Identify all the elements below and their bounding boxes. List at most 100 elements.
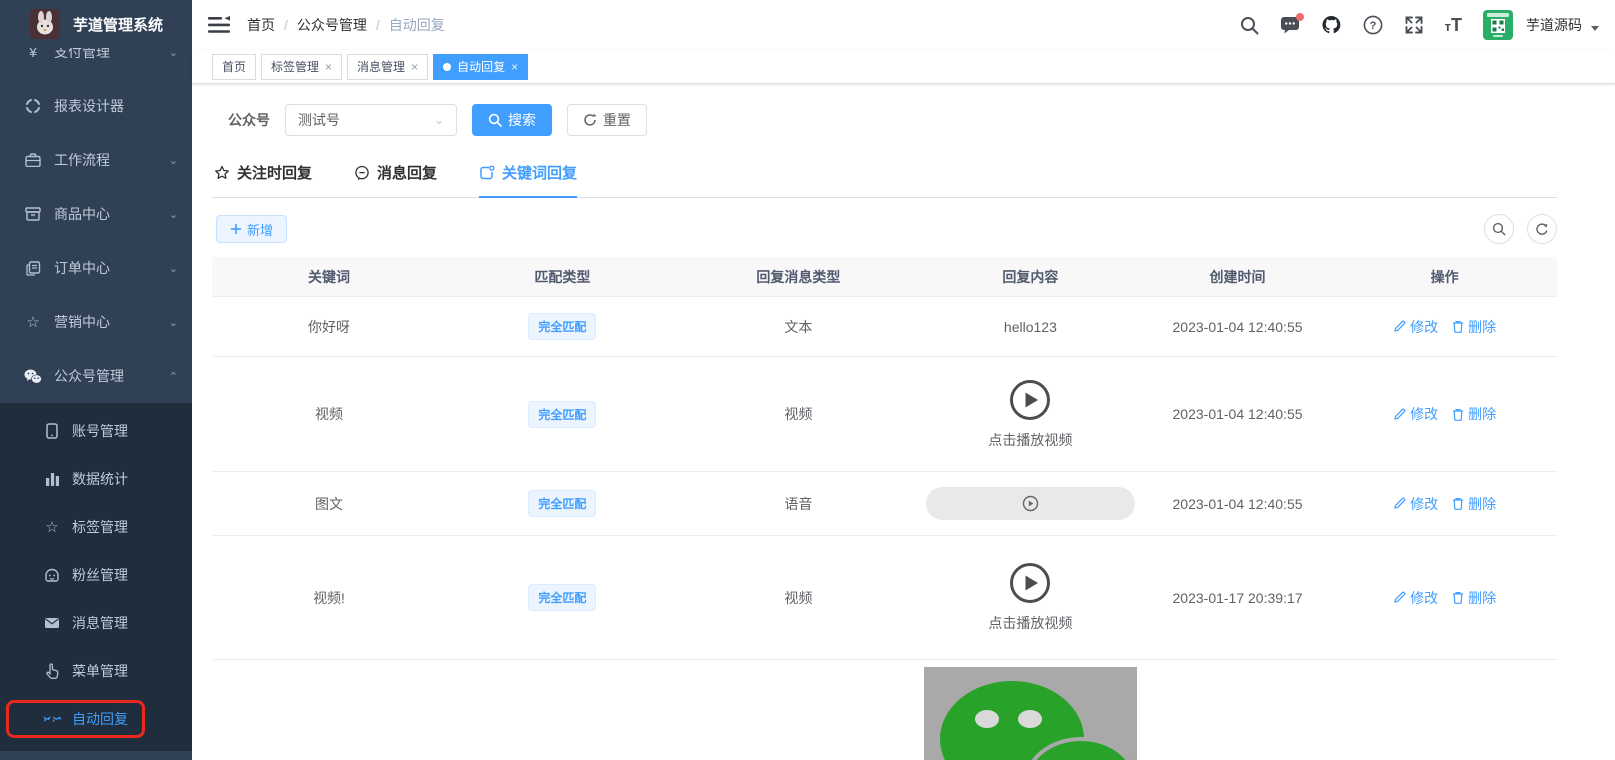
chevron-down-icon <box>1591 26 1599 31</box>
delete-button[interactable]: 删除 <box>1452 494 1496 514</box>
reset-button[interactable]: 重置 <box>567 104 647 136</box>
tab-keyword-reply[interactable]: 关键词回复 <box>479 162 577 197</box>
sidebar-item-product-center[interactable]: 商品中心 ⌄ <box>0 187 192 241</box>
keyword-reply-icon <box>479 165 495 181</box>
account-select[interactable]: 测试号 ⌄ <box>285 104 457 136</box>
breadcrumb-separator: / <box>284 17 288 33</box>
tag-message-management[interactable]: 消息管理 × <box>347 54 428 80</box>
star-icon <box>214 165 230 181</box>
table-row: 视频 完全匹配 视频 点击播放视频 2023-01-04 12:40:55 修改 <box>212 357 1557 472</box>
github-icon[interactable] <box>1321 15 1342 35</box>
table-row: 你好呀 完全匹配 文本 hello123 2023-01-04 12:40:55… <box>212 297 1557 357</box>
refresh-icon <box>1535 222 1549 236</box>
table-row: 视频! 完全匹配 视频 点击播放视频 2023-01-17 20:39:17 修… <box>212 536 1557 660</box>
search-button[interactable]: 搜索 <box>472 104 552 136</box>
sidebar-collapse-icon[interactable] <box>208 15 230 35</box>
closed-eyes-icon <box>42 710 62 728</box>
sidebar-item-message-management[interactable]: 消息管理 <box>0 599 192 647</box>
fullscreen-icon[interactable] <box>1404 15 1424 35</box>
wechat-icon <box>22 367 44 385</box>
breadcrumb-home[interactable]: 首页 <box>247 15 275 35</box>
sidebar-submenu-mp: 账号管理 数据统计 ☆ 标签管理 粉丝管理 <box>0 403 192 751</box>
toggle-search-button[interactable] <box>1484 214 1514 244</box>
search-icon <box>1492 222 1506 236</box>
delete-button[interactable]: 删除 <box>1452 404 1496 424</box>
reply-tabs: 关注时回复 消息回复 关键词回复 <box>212 162 1557 198</box>
add-button[interactable]: 新增 <box>216 215 287 243</box>
main-area: 首页 / 公众号管理 / 自动回复 ? тT <box>192 0 1615 760</box>
col-created-time: 创建时间 <box>1143 267 1333 287</box>
navbar-actions: ? тT 芋道源码 <box>1240 10 1599 40</box>
star-icon: ☆ <box>22 313 44 331</box>
sidebar-item-account-management[interactable]: 账号管理 <box>0 407 192 455</box>
delete-button[interactable]: 删除 <box>1452 317 1496 337</box>
col-keyword: 关键词 <box>212 267 446 287</box>
sidebar-item-data-statistics[interactable]: 数据统计 <box>0 455 192 503</box>
sidebar-item-tag-management[interactable]: ☆ 标签管理 <box>0 503 192 551</box>
col-reply-type: 回复消息类型 <box>679 267 918 287</box>
video-player-placeholder[interactable]: 点击播放视频 <box>988 562 1072 633</box>
edit-button[interactable]: 修改 <box>1393 494 1438 514</box>
tag-home[interactable]: 首页 <box>212 54 256 80</box>
sidebar-item-order-center[interactable]: 订单中心 ⌄ <box>0 241 192 295</box>
audio-player[interactable] <box>926 487 1135 520</box>
envelope-icon <box>42 614 62 632</box>
close-icon[interactable]: × <box>325 61 332 73</box>
help-icon[interactable]: ? <box>1363 15 1383 35</box>
wechat-image-preview <box>924 667 1137 760</box>
keyword-reply-table: 关键词 匹配类型 回复消息类型 回复内容 创建时间 操作 你好呀 完全匹配 文本… <box>212 257 1557 760</box>
trash-icon <box>1452 497 1464 510</box>
match-type-badge: 完全匹配 <box>528 584 596 611</box>
edit-icon <box>1393 497 1406 510</box>
match-type-badge: 完全匹配 <box>528 401 596 428</box>
close-icon[interactable]: × <box>511 61 518 73</box>
tag-label-management[interactable]: 标签管理 × <box>261 54 342 80</box>
sidebar-item-mp-management[interactable]: 公众号管理 ⌃ <box>0 349 192 403</box>
search-icon <box>488 113 502 127</box>
svg-text:?: ? <box>1369 20 1376 32</box>
chevron-down-icon: ⌄ <box>169 154 178 167</box>
tag-auto-reply[interactable]: 自动回复 × <box>433 54 528 80</box>
refresh-button[interactable] <box>1527 214 1557 244</box>
edit-button[interactable]: 修改 <box>1393 317 1438 337</box>
app-logo-icon <box>30 9 60 39</box>
sidebar-item-fans-management[interactable]: 粉丝管理 <box>0 551 192 599</box>
page-content: 公众号 测试号 ⌄ 搜索 重置 关注时回复 消息回复 <box>192 84 1615 760</box>
table-row <box>212 660 1557 760</box>
font-size-icon[interactable]: тT <box>1445 15 1462 36</box>
account-field-label: 公众号 <box>228 110 270 130</box>
search-form: 公众号 测试号 ⌄ 搜索 重置 <box>228 104 1557 136</box>
delete-button[interactable]: 删除 <box>1452 588 1496 608</box>
avatar[interactable] <box>1483 10 1513 40</box>
toolbar-right <box>1471 214 1557 244</box>
message-icon[interactable] <box>1280 16 1300 34</box>
col-match-type: 匹配类型 <box>446 267 679 287</box>
sidebar-item-menu-management[interactable]: 菜单管理 <box>0 647 192 695</box>
edit-icon <box>1393 408 1406 421</box>
sidebar: 芋道管理系统 ¥ 支付管理 ⌄ 报表设计器 工作流程 ⌄ 商品中心 ⌄ <box>0 0 192 760</box>
sidebar-item-marketing-center[interactable]: ☆ 营销中心 ⌄ <box>0 295 192 349</box>
video-player-placeholder[interactable]: 点击播放视频 <box>988 379 1072 450</box>
chevron-down-icon: ⌄ <box>169 262 178 275</box>
active-dot <box>443 63 451 71</box>
sidebar-item-workflow[interactable]: 工作流程 ⌄ <box>0 133 192 187</box>
plus-icon <box>230 223 242 235</box>
table-header-row: 关键词 匹配类型 回复消息类型 回复内容 创建时间 操作 <box>212 257 1557 297</box>
breadcrumb-separator: / <box>376 17 380 33</box>
hand-click-icon <box>42 662 62 680</box>
col-reply-content: 回复内容 <box>918 267 1143 287</box>
user-name[interactable]: 芋道源码 <box>1526 15 1582 35</box>
search-icon[interactable] <box>1240 16 1259 35</box>
chevron-down-icon: ⌄ <box>169 208 178 221</box>
table-toolbar: 新增 <box>212 214 1557 244</box>
app-title: 芋道管理系统 <box>73 14 163 35</box>
tab-follow-reply[interactable]: 关注时回复 <box>214 162 312 197</box>
edit-button[interactable]: 修改 <box>1393 404 1438 424</box>
table-row: 图文 完全匹配 语音 2023-01-04 12:40:55 修改 <box>212 472 1557 536</box>
sidebar-item-report-designer[interactable]: 报表设计器 <box>0 79 192 133</box>
edit-button[interactable]: 修改 <box>1393 588 1438 608</box>
sidebar-item-auto-reply[interactable]: 自动回复 <box>0 695 192 743</box>
tab-message-reply[interactable]: 消息回复 <box>354 162 437 197</box>
close-icon[interactable]: × <box>411 61 418 73</box>
breadcrumb-mp-management[interactable]: 公众号管理 <box>297 15 367 35</box>
